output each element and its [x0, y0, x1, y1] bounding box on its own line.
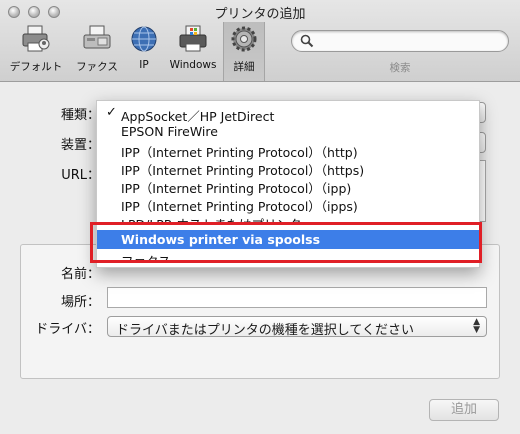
driver-popup-value: ドライバまたはプリンタの機種を選択してください [116, 323, 414, 338]
toolbar-windows-label: Windows [169, 59, 217, 71]
toolbar-windows-button[interactable]: Windows [166, 24, 220, 76]
toolbar-default-button[interactable]: デフォルト [2, 24, 70, 76]
name-label: 名前： [60, 267, 100, 282]
fax-icon [83, 25, 111, 49]
window-title: プリンタの追加 [214, 7, 306, 22]
type-label: 種類： [60, 108, 100, 123]
search-label: 検索 [389, 62, 411, 74]
location-field[interactable] [107, 287, 487, 308]
add-printer-window: プリンタの追加 デフォルト ファクス IP Windows 詳細 検索 種類： … [0, 0, 520, 434]
driver-label: ドライバ： [35, 322, 100, 337]
toolbar-fax-label: ファクス [76, 61, 118, 73]
toolbar-advanced-label: 詳細 [233, 61, 255, 73]
search-icon [300, 34, 314, 48]
menu-item-appsocket[interactable]: ✓ AppSocket／HP JetDirect [97, 105, 479, 124]
toolbar-default-label: デフォルト [9, 61, 63, 73]
url-label: URL： [61, 168, 100, 183]
title-toolbar: プリンタの追加 デフォルト ファクス IP Windows 詳細 検索 [0, 0, 520, 82]
menu-item-ipp-https[interactable]: IPP（Internet Printing Protocol）（https) [97, 159, 479, 178]
menu-item-epson-firewire[interactable]: EPSON FireWire [97, 123, 479, 141]
device-label: 装置： [60, 138, 100, 153]
toolbar-ip-label: IP [139, 59, 149, 71]
advanced-gear-icon [231, 26, 257, 52]
menu-item-ipp-ipps[interactable]: IPP（Internet Printing Protocol）（ipps) [97, 195, 479, 214]
menu-item-ipp-ipp[interactable]: IPP（Internet Printing Protocol）（ipp) [97, 177, 479, 196]
add-button[interactable]: 追加 [429, 399, 499, 421]
popup-arrows-icon: ▲ ▼ [473, 317, 480, 335]
checkmark-icon: ✓ [106, 105, 117, 120]
search-field[interactable] [291, 30, 509, 52]
toolbar-fax-button[interactable]: ファクス [72, 24, 122, 76]
driver-popup[interactable]: ドライバまたはプリンタの機種を選択してください ▲ ▼ [107, 316, 487, 338]
toolbar-advanced-button[interactable]: 詳細 [223, 22, 265, 81]
location-label: 場所： [60, 295, 100, 310]
default-printer-icon [22, 25, 50, 52]
highlight-frame [90, 222, 482, 263]
toolbar-ip-button[interactable]: IP [126, 24, 162, 76]
menu-item-ipp-http[interactable]: IPP（Internet Printing Protocol）（http) [97, 141, 479, 160]
ip-globe-icon [131, 26, 157, 52]
windows-printer-icon [179, 25, 207, 52]
